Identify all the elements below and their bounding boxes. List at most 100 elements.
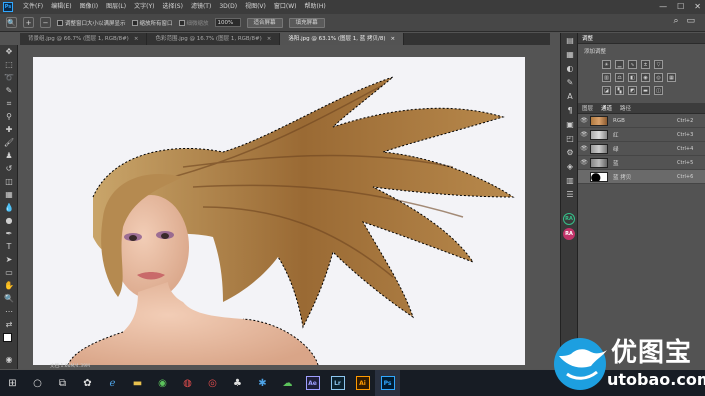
- cortana-icon[interactable]: ○: [25, 370, 50, 396]
- marquee-tool-icon[interactable]: ⬚: [0, 58, 18, 71]
- brush-tool-icon[interactable]: 🖌: [0, 136, 18, 149]
- tab-adjustments[interactable]: 调整: [582, 34, 593, 42]
- menu-image[interactable]: 图像(I): [76, 0, 102, 14]
- tab-document-1[interactable]: 背景组.jpg @ 66.7% (图层 1, RGB/8#) ×: [20, 33, 148, 45]
- file-explorer-icon[interactable]: ▬: [125, 370, 150, 396]
- brushes-icon[interactable]: A: [561, 89, 579, 103]
- eye-icon[interactable]: 👁: [578, 159, 590, 166]
- crop-tool-icon[interactable]: ⌗: [0, 97, 18, 110]
- task-view-icon[interactable]: ⧉: [50, 370, 75, 396]
- tab-document-2[interactable]: 色彩范围.jpg @ 16.7% (图层 1, RGB/8#) ×: [147, 33, 281, 45]
- menu-type[interactable]: 文字(Y): [130, 0, 158, 14]
- weibo-icon[interactable]: ◎: [200, 370, 225, 396]
- menu-view[interactable]: 视图(V): [241, 0, 270, 14]
- menu-filter[interactable]: 滤镜(T): [187, 0, 215, 14]
- checkbox-box[interactable]: [178, 19, 185, 26]
- tab-paths[interactable]: 路径: [620, 104, 631, 112]
- paint-icon[interactable]: ♣: [225, 370, 250, 396]
- channel-row-blue[interactable]: 👁 蓝 Ctrl+5: [578, 156, 705, 170]
- illustrator-app[interactable]: Ai: [350, 370, 375, 396]
- app-icon[interactable]: ✿: [75, 370, 100, 396]
- wechat-app-icon[interactable]: ◉: [150, 370, 175, 396]
- menu-file[interactable]: 文件(F): [19, 0, 47, 14]
- properties-icon[interactable]: ◐: [561, 61, 579, 75]
- move-tool-icon[interactable]: ✥: [0, 45, 18, 58]
- path-select-icon[interactable]: ➤: [0, 253, 18, 266]
- libraries-icon[interactable]: ✎: [561, 75, 579, 89]
- menu-layer[interactable]: 图层(L): [102, 0, 130, 14]
- curves-icon[interactable]: ∿: [628, 60, 637, 69]
- shape-tool-icon[interactable]: ▭: [0, 266, 18, 279]
- tab-close-icon[interactable]: ×: [134, 33, 139, 45]
- threshold-icon[interactable]: ◩: [628, 86, 637, 95]
- channel-row-blue-copy[interactable]: 蓝 拷贝 Ctrl+6: [578, 170, 705, 184]
- color-swatches[interactable]: [0, 331, 17, 353]
- tab-close-icon[interactable]: ×: [391, 33, 396, 45]
- gradient-map-icon[interactable]: ▬: [641, 86, 650, 95]
- clone-stamp-icon[interactable]: ♟: [0, 149, 18, 162]
- eye-icon[interactable]: 👁: [578, 145, 590, 152]
- history-icon[interactable]: ▤: [561, 33, 579, 47]
- chrome-icon[interactable]: ◍: [175, 370, 200, 396]
- document-canvas[interactable]: [33, 57, 525, 365]
- color-balance-icon[interactable]: ⚖: [615, 73, 624, 82]
- more-tools-icon[interactable]: ⋯: [0, 305, 18, 318]
- styles-icon[interactable]: ◈: [561, 159, 579, 173]
- levels-icon[interactable]: ▁: [615, 60, 624, 69]
- healing-brush-icon[interactable]: ✚: [0, 123, 18, 136]
- windows-start-icon[interactable]: ⊞: [0, 370, 25, 396]
- layer-comps-icon[interactable]: ◰: [561, 131, 579, 145]
- close-button[interactable]: ✕: [694, 0, 701, 14]
- zoom-value-field[interactable]: 100%: [214, 18, 241, 27]
- workspace-icon[interactable]: ▭: [686, 16, 695, 26]
- pen-tool-icon[interactable]: ✒: [0, 227, 18, 240]
- tab-layers[interactable]: 图层: [582, 104, 593, 112]
- selective-color-icon[interactable]: ◫: [654, 86, 663, 95]
- zoom-tool-icon[interactable]: 🔍: [6, 17, 17, 28]
- checkbox-box[interactable]: [57, 19, 63, 26]
- channel-row-red[interactable]: 👁 红 Ctrl+3: [578, 128, 705, 142]
- maximize-button[interactable]: ☐: [677, 0, 684, 14]
- scrubby-zoom-checkbox[interactable]: 细微缩放: [178, 19, 209, 27]
- quick-select-tool-icon[interactable]: ✎: [0, 84, 18, 97]
- eyedropper-tool-icon[interactable]: ⚲: [0, 110, 18, 123]
- checkbox-box[interactable]: [131, 19, 138, 26]
- channel-row-rgb[interactable]: 👁 RGB Ctrl+2: [578, 114, 705, 128]
- tab-close-icon[interactable]: ×: [267, 33, 272, 45]
- photoshop-app[interactable]: Ps: [375, 370, 400, 396]
- resize-windows-checkbox[interactable]: 调整窗口大小以满屏显示: [57, 19, 126, 27]
- retouch-plugin-icon-2[interactable]: RA: [563, 228, 575, 240]
- menu-3d[interactable]: 3D(D): [215, 0, 241, 14]
- dodge-tool-icon[interactable]: ●: [0, 214, 18, 227]
- type-tool-icon[interactable]: T: [0, 240, 18, 253]
- quick-mask-icon[interactable]: ◉: [0, 353, 18, 366]
- menu-window[interactable]: 窗口(W): [270, 0, 301, 14]
- swatches-icon[interactable]: ▦: [561, 47, 579, 61]
- blur-tool-icon[interactable]: 💧: [0, 201, 18, 214]
- menu-edit[interactable]: 编辑(E): [47, 0, 75, 14]
- menu-select[interactable]: 选择(S): [158, 0, 187, 14]
- exposure-icon[interactable]: ±: [641, 60, 650, 69]
- plugin-icon[interactable]: ☰: [561, 187, 579, 201]
- eye-icon[interactable]: 👁: [578, 117, 590, 124]
- tab-channels[interactable]: 通道: [601, 104, 612, 112]
- channel-row-green[interactable]: 👁 绿 Ctrl+4: [578, 142, 705, 156]
- eraser-tool-icon[interactable]: ◫: [0, 175, 18, 188]
- search-icon[interactable]: ⌕: [673, 16, 678, 26]
- foreground-color[interactable]: [3, 333, 12, 342]
- star-app-icon[interactable]: ✱: [250, 370, 275, 396]
- vibrance-icon[interactable]: ▽: [654, 60, 663, 69]
- brightness-icon[interactable]: ☀: [602, 60, 611, 69]
- paragraph-icon[interactable]: ¶: [561, 103, 579, 117]
- lasso-tool-icon[interactable]: ➰: [0, 71, 18, 84]
- actions-icon[interactable]: ⚙: [561, 145, 579, 159]
- eye-icon[interactable]: 👁: [578, 131, 590, 138]
- hue-saturation-icon[interactable]: ▥: [602, 73, 611, 82]
- wechat-icon[interactable]: ☁: [275, 370, 300, 396]
- zoom-tool-icon[interactable]: 🔍: [0, 292, 18, 305]
- menu-help[interactable]: 帮助(H): [301, 0, 330, 14]
- photo-filter-icon[interactable]: ◉: [641, 73, 650, 82]
- lightroom-app[interactable]: Lr: [325, 370, 350, 396]
- hand-tool-icon[interactable]: ✋: [0, 279, 18, 292]
- tab-document-3[interactable]: 洛阳.jpg @ 63.1% (图层 1, 蓝 拷贝/8) ×: [280, 33, 405, 45]
